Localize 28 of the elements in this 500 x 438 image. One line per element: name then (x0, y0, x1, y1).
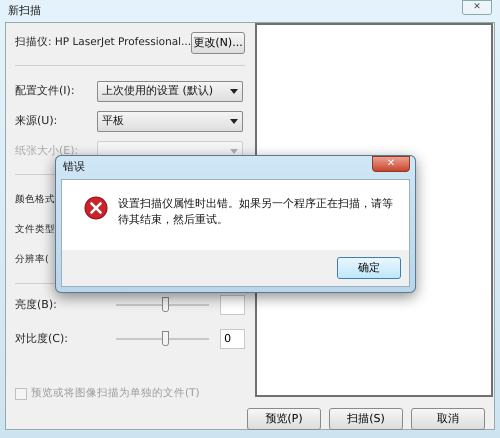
field-label: 文件类型 (15, 222, 55, 237)
field-label: 纸张大小(E): (15, 142, 80, 159)
window-title: 新扫描 (8, 3, 41, 19)
dialog-title: 错误 (62, 159, 85, 175)
field-label: 分辨率( (15, 252, 49, 267)
slider-label: 亮度(B): (15, 296, 58, 313)
field-label: 来源(U): (15, 112, 58, 129)
dialog-button[interactable]: 取消 (411, 408, 485, 430)
scanner-label: 扫描仪: HP LaserJet Professional... (15, 35, 192, 50)
slider-thumb[interactable] (162, 331, 170, 346)
error-message: 设置扫描仪属性时出错。如果另一个程序正在扫描，请等待其结束，然后重试。 (118, 196, 394, 228)
checkbox-label: 预览或将图像扫描为单独的文件(T) (31, 386, 200, 401)
value-field[interactable] (220, 295, 245, 315)
ok-button[interactable]: 确定 (337, 257, 401, 279)
slider-thumb[interactable] (162, 297, 170, 312)
slider-label: 对比度(C): (15, 330, 69, 347)
error-icon (84, 196, 108, 220)
field-label: 颜色格式 (15, 192, 55, 207)
dropdown[interactable]: 平板 (97, 110, 243, 132)
dialog-button[interactable]: 预览(P) (247, 408, 321, 430)
dialog-button[interactable]: 扫描(S) (329, 408, 403, 430)
dropdown[interactable]: 上次使用的设置 (默认) (97, 80, 243, 102)
value-field[interactable]: 0 (220, 329, 245, 349)
close-button[interactable]: ✕ (462, 0, 492, 15)
change-scanner-button[interactable]: 更改(N)... (191, 32, 245, 54)
dropdown-caret-icon (230, 88, 238, 94)
dropdown-caret-icon (230, 118, 238, 124)
field-label: 配置文件(I): (15, 82, 76, 99)
